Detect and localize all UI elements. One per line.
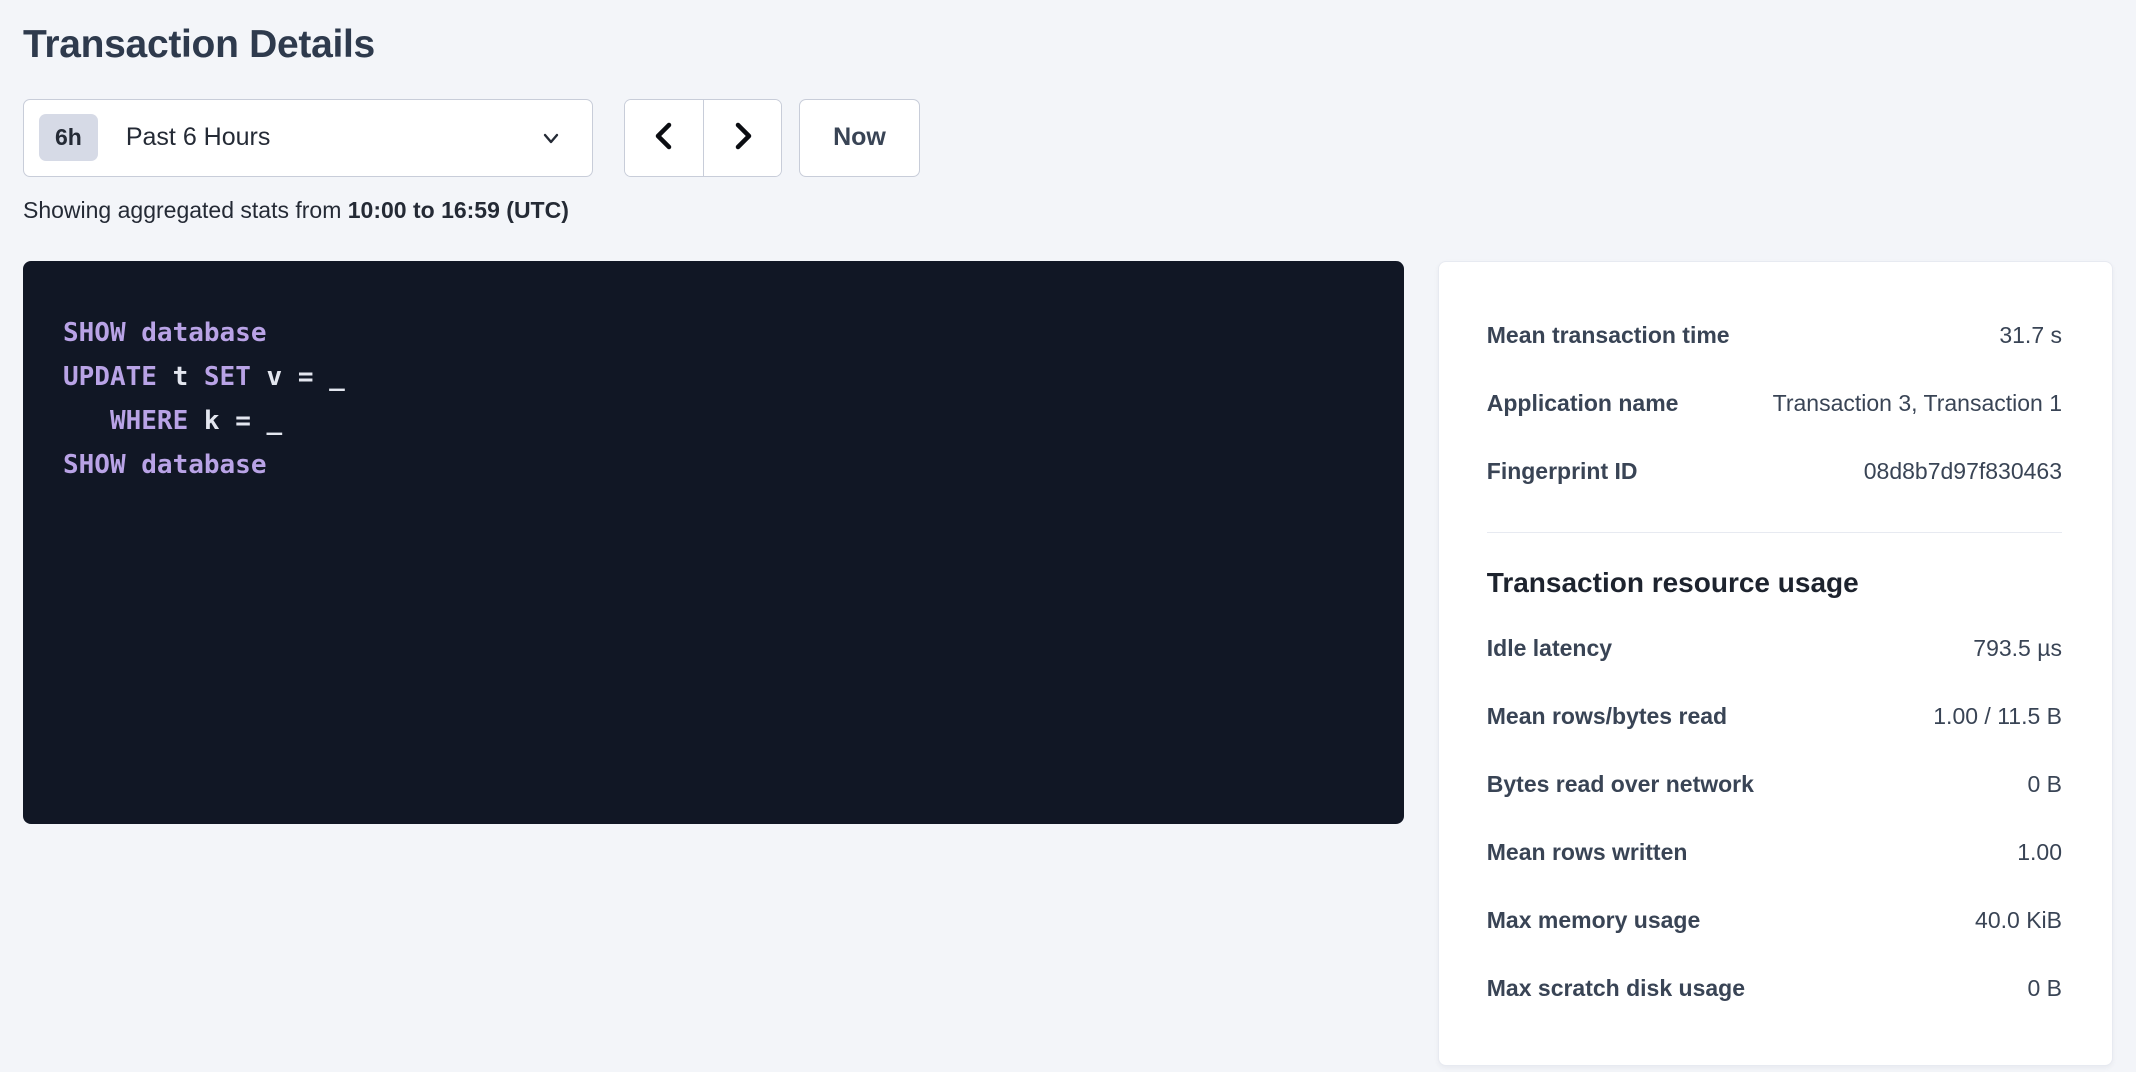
stat-row-application-name: Application name Transaction 3, Transact… [1487, 370, 2062, 438]
sql-keyword: SHOW database [63, 318, 267, 348]
chevron-right-icon [728, 119, 758, 156]
stat-label: Max memory usage [1487, 907, 1720, 934]
sql-line: WHERE k = _ [63, 399, 1364, 443]
transaction-details-page: Transaction Details 6h Past 6 Hours [0, 0, 2136, 1066]
chevron-down-icon [538, 125, 564, 151]
next-time-window-button[interactable] [703, 100, 781, 176]
stat-row-max-scratch-disk-usage: Max scratch disk usage 0 B [1487, 955, 2062, 1023]
time-window-nav [624, 99, 782, 177]
sql-statement-box: SHOW database UPDATE t SET v = _ WHERE k … [23, 261, 1404, 824]
sql-identifier: t [157, 362, 204, 392]
stat-label: Application name [1487, 390, 1699, 417]
main-content: SHOW database UPDATE t SET v = _ WHERE k … [23, 261, 2113, 1066]
now-button[interactable]: Now [799, 99, 920, 177]
card-divider [1487, 532, 2062, 533]
stat-value: 40.0 KiB [1975, 907, 2062, 934]
sql-keyword: WHERE [110, 406, 188, 436]
stat-label: Mean rows written [1487, 839, 1708, 866]
time-range-selected: Past 6 Hours [126, 123, 538, 152]
sql-identifier: k = _ [188, 406, 282, 436]
stat-value: 31.7 s [1999, 322, 2062, 349]
sql-identifier: v = _ [251, 362, 345, 392]
transaction-stats-card: Mean transaction time 31.7 s Application… [1438, 261, 2113, 1066]
stat-value: 0 B [2027, 975, 2062, 1002]
stat-row-fingerprint-id: Fingerprint ID 08d8b7d97f830463 [1487, 438, 2062, 506]
previous-time-window-button[interactable] [625, 100, 703, 176]
stat-value: 1.00 / 11.5 B [1933, 703, 2062, 730]
stat-value: 1.00 [2017, 839, 2062, 866]
stat-label: Idle latency [1487, 635, 1632, 662]
time-range-badge: 6h [39, 114, 98, 161]
stat-value: 793.5 µs [1973, 635, 2062, 662]
stat-row-bytes-read-over-network: Bytes read over network 0 B [1487, 751, 2062, 819]
sql-line: UPDATE t SET v = _ [63, 355, 1364, 399]
sql-line: SHOW database [63, 311, 1364, 355]
page-title: Transaction Details [23, 22, 2113, 69]
sql-line: SHOW database [63, 443, 1364, 487]
stat-row-mean-rows-written: Mean rows written 1.00 [1487, 819, 2062, 887]
stat-label: Mean rows/bytes read [1487, 703, 1747, 730]
sql-keyword: SHOW database [63, 450, 267, 480]
stat-value: Transaction 3, Transaction 1 [1773, 390, 2062, 417]
stat-row-mean-rows-bytes-read: Mean rows/bytes read 1.00 / 11.5 B [1487, 683, 2062, 751]
aggregation-range-value: 10:00 to 16:59 (UTC) [348, 197, 569, 223]
stat-row-idle-latency: Idle latency 793.5 µs [1487, 615, 2062, 683]
stat-value: 0 B [2027, 771, 2062, 798]
stat-row-max-memory-usage: Max memory usage 40.0 KiB [1487, 887, 2062, 955]
stat-label: Bytes read over network [1487, 771, 1774, 798]
stat-label: Max scratch disk usage [1487, 975, 1765, 1002]
time-controls: 6h Past 6 Hours [23, 99, 2113, 177]
stat-value: 08d8b7d97f830463 [1864, 458, 2062, 485]
time-range-dropdown[interactable]: 6h Past 6 Hours [23, 99, 593, 177]
sql-keyword: UPDATE [63, 362, 157, 392]
sql-indent [63, 406, 110, 436]
aggregation-range-prefix: Showing aggregated stats from [23, 197, 348, 223]
resource-usage-section-title: Transaction resource usage [1487, 565, 2062, 601]
sql-keyword: SET [204, 362, 251, 392]
stat-row-mean-transaction-time: Mean transaction time 31.7 s [1487, 302, 2062, 370]
chevron-left-icon [649, 119, 679, 156]
stat-label: Fingerprint ID [1487, 458, 1658, 485]
aggregation-range-text: Showing aggregated stats from 10:00 to 1… [23, 197, 2113, 224]
stat-label: Mean transaction time [1487, 322, 1750, 349]
